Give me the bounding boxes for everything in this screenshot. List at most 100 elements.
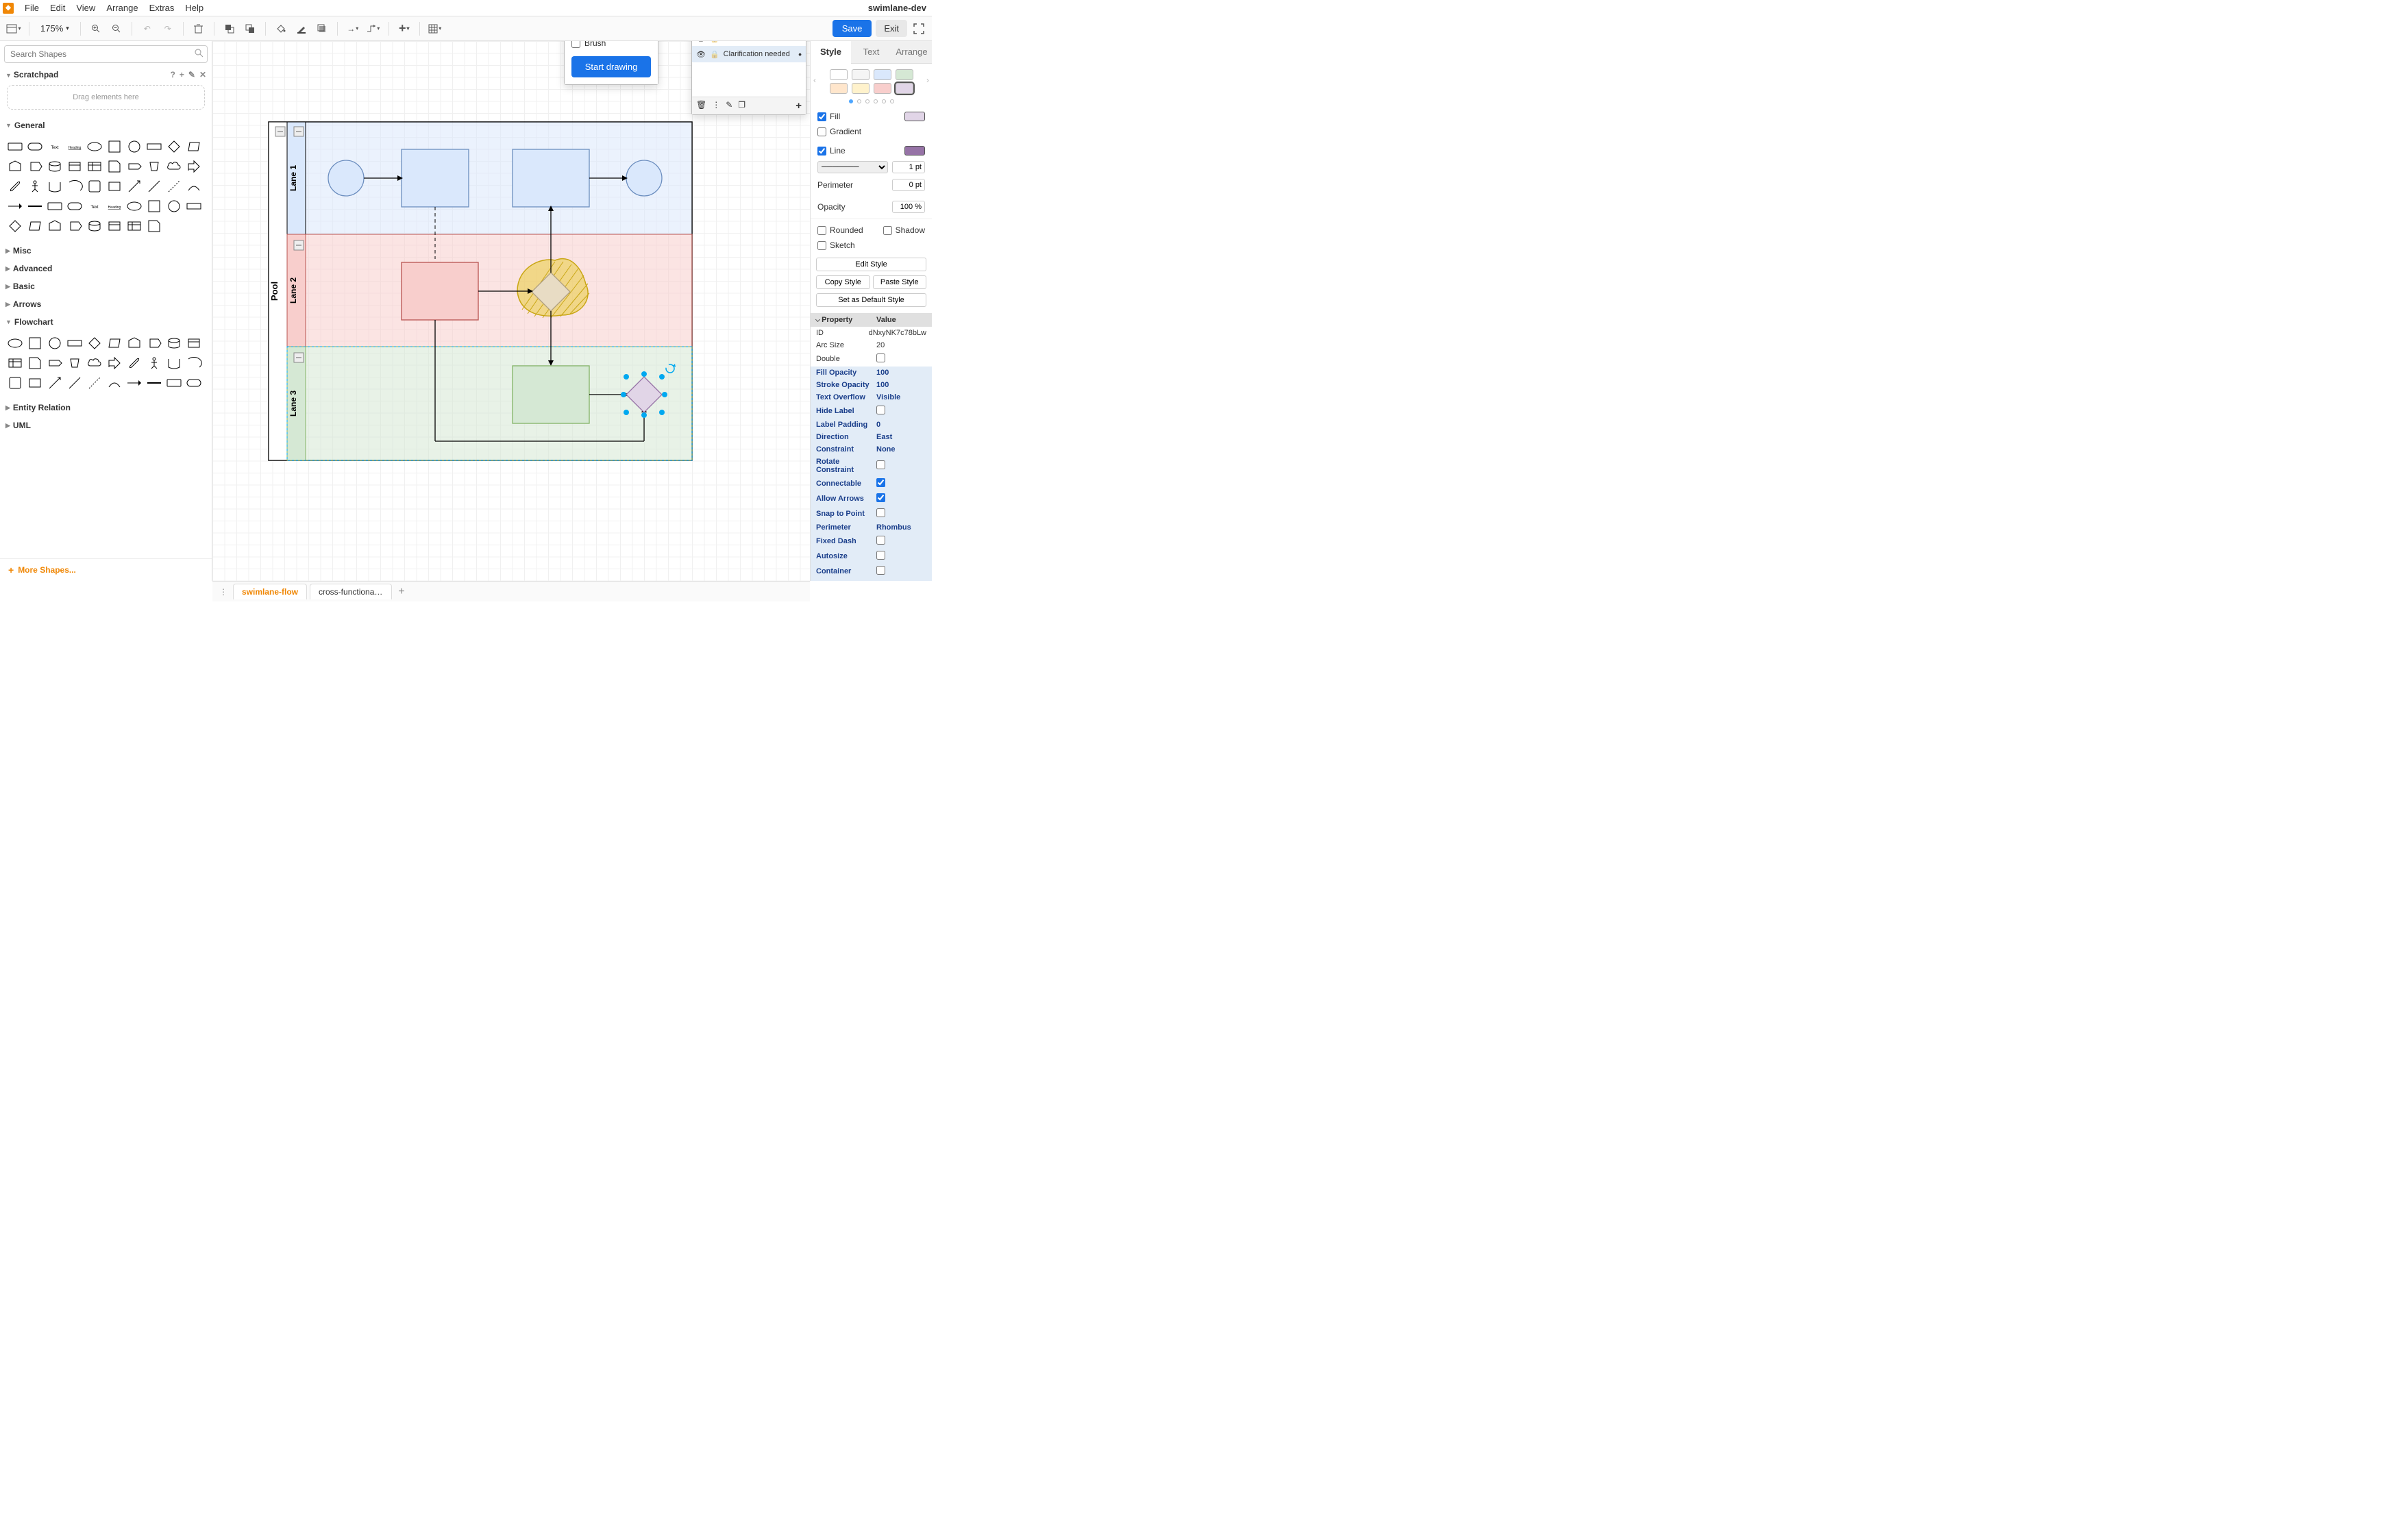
fill-color-picker[interactable] <box>904 112 925 121</box>
property-row[interactable]: Container <box>811 564 932 579</box>
scratchpad-edit-icon[interactable]: ✎ <box>188 70 195 79</box>
waypoints-button[interactable]: ▾ <box>365 21 382 37</box>
property-checkbox[interactable] <box>876 508 885 517</box>
shape-cell[interactable] <box>5 197 24 215</box>
shape-cell[interactable] <box>85 177 103 195</box>
style-swatch[interactable] <box>874 83 891 94</box>
brush-checkbox[interactable] <box>571 41 580 48</box>
shape-cell[interactable]: Text <box>85 197 103 215</box>
shape-cell[interactable] <box>105 373 123 392</box>
shape-cell[interactable] <box>184 334 203 352</box>
property-row[interactable]: Snap to Point <box>811 506 932 521</box>
shape-cell[interactable] <box>125 197 143 215</box>
rounded-checkbox[interactable] <box>817 226 826 235</box>
shape-cell[interactable] <box>85 353 103 372</box>
shape-cell[interactable] <box>145 334 163 352</box>
delete-button[interactable] <box>190 21 207 37</box>
shape-cell[interactable] <box>125 373 143 392</box>
zoom-out-button[interactable] <box>108 21 125 37</box>
shape-cell[interactable] <box>125 177 143 195</box>
table-button[interactable]: ▾ <box>427 21 443 37</box>
shape-cell[interactable] <box>125 137 143 156</box>
property-row[interactable]: Double <box>811 351 932 367</box>
layer-row[interactable]: 👁 🔒 Process <box>692 41 806 46</box>
category-misc[interactable]: ▶Misc <box>0 242 212 260</box>
category-advanced[interactable]: ▶Advanced <box>0 260 212 277</box>
zoom-in-button[interactable] <box>88 21 104 37</box>
shape-cell[interactable] <box>25 137 44 156</box>
shape-cell[interactable] <box>5 137 24 156</box>
style-swatch[interactable] <box>830 69 848 80</box>
scratchpad-close-icon[interactable]: ✕ <box>199 70 206 79</box>
shape-cell[interactable] <box>85 216 103 235</box>
shape-cell[interactable] <box>184 353 203 372</box>
shape-cell[interactable] <box>164 334 183 352</box>
shape-cell[interactable] <box>5 334 24 352</box>
shape-cell[interactable] <box>85 334 103 352</box>
category-flowchart[interactable]: ▼Flowchart <box>0 313 212 331</box>
layers-panel[interactable]: Layers–✕ 👁 🔒 Process 👁 🔒 Clarification n… <box>691 41 806 115</box>
shape-cell[interactable] <box>65 197 84 215</box>
menu-arrange[interactable]: Arrange <box>106 3 138 13</box>
more-icon[interactable]: ⋮ <box>712 100 720 112</box>
menu-extras[interactable]: Extras <box>149 3 175 13</box>
shape-cell[interactable] <box>5 177 24 195</box>
add-layer-icon[interactable]: + <box>796 100 802 112</box>
shape-cell[interactable] <box>105 177 123 195</box>
tab-text[interactable]: Text <box>851 41 891 63</box>
undo-button[interactable]: ↶ <box>139 21 156 37</box>
save-button[interactable]: Save <box>832 20 872 37</box>
trash-icon[interactable]: 🗑 <box>696 100 706 112</box>
shape-cell[interactable] <box>5 353 24 372</box>
copy-style-button[interactable]: Copy Style <box>816 275 870 289</box>
scratchpad-help-icon[interactable]: ? <box>171 70 175 79</box>
property-row[interactable]: PerimeterRhombus <box>811 521 932 534</box>
eye-icon[interactable]: 👁 <box>696 41 706 43</box>
property-checkbox[interactable] <box>876 460 885 469</box>
more-shapes-button[interactable]: +More Shapes... <box>0 558 212 581</box>
shape-cell[interactable] <box>184 373 203 392</box>
shape-cell[interactable] <box>184 137 203 156</box>
shape-cell[interactable] <box>145 373 163 392</box>
category-basic[interactable]: ▶Basic <box>0 277 212 295</box>
shape-cell[interactable] <box>105 334 123 352</box>
property-row[interactable]: Fill Opacity100 <box>811 367 932 379</box>
fill-checkbox[interactable] <box>817 112 826 121</box>
property-row[interactable]: Fixed Dash <box>811 534 932 549</box>
eye-icon[interactable]: 👁 <box>696 50 706 59</box>
line-color-picker[interactable] <box>904 146 925 156</box>
shape-cell[interactable] <box>145 137 163 156</box>
shape-cell[interactable] <box>125 353 143 372</box>
property-checkbox[interactable] <box>876 566 885 575</box>
shape-cell[interactable] <box>105 157 123 175</box>
shape-cell[interactable] <box>164 353 183 372</box>
line-checkbox[interactable] <box>817 147 826 156</box>
style-swatch[interactable] <box>896 83 913 94</box>
start-drawing-button[interactable]: Start drawing <box>571 56 651 77</box>
shape-cell[interactable] <box>164 157 183 175</box>
shape-cell[interactable] <box>105 216 123 235</box>
swatch-prev-icon[interactable]: ‹ <box>811 75 819 85</box>
property-row[interactable]: Drop Target <box>811 579 932 581</box>
property-checkbox[interactable] <box>876 353 885 362</box>
shape-cell[interactable] <box>25 197 44 215</box>
shape-cell[interactable] <box>5 216 24 235</box>
shape-cell[interactable] <box>45 334 64 352</box>
shape-cell[interactable] <box>85 373 103 392</box>
perimeter-input[interactable] <box>892 179 925 191</box>
shape-cell[interactable] <box>65 157 84 175</box>
shape-cell[interactable] <box>5 373 24 392</box>
shape-cell[interactable] <box>184 177 203 195</box>
shape-cell[interactable] <box>25 216 44 235</box>
menu-file[interactable]: File <box>25 3 39 13</box>
shape-cell[interactable] <box>45 197 64 215</box>
lock-icon[interactable]: 🔒 <box>710 41 719 43</box>
shape-cell[interactable] <box>145 216 163 235</box>
opacity-input[interactable] <box>892 201 925 213</box>
zoom-selector[interactable]: 175% ▾ <box>36 23 73 34</box>
line-color-button[interactable] <box>293 21 310 37</box>
shape-cell[interactable] <box>45 216 64 235</box>
scratchpad-add-icon[interactable]: + <box>180 70 184 79</box>
duplicate-icon[interactable]: ❐ <box>738 100 745 112</box>
to-front-button[interactable] <box>221 21 238 37</box>
